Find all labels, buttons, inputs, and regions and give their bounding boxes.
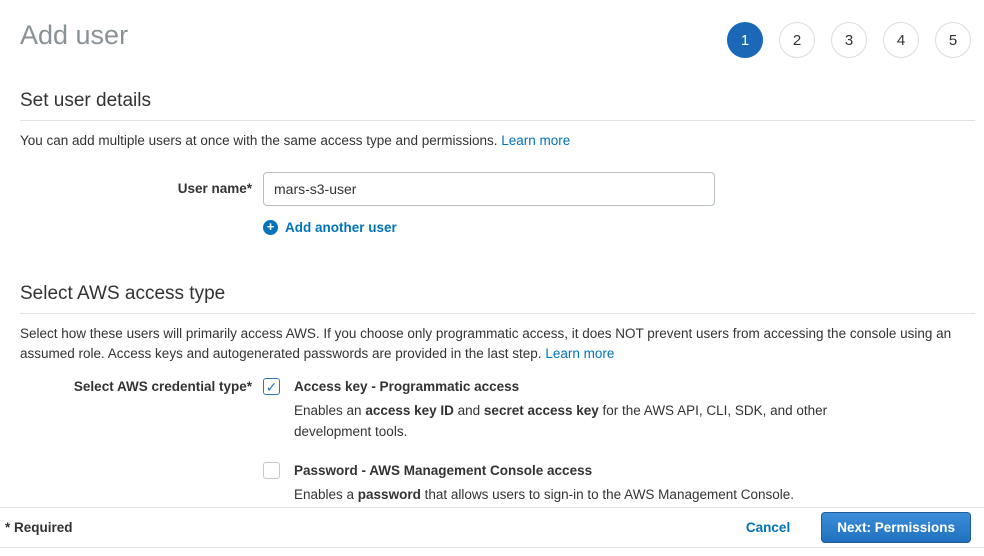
section-access-type: Select AWS access type Select how these … xyxy=(20,283,975,505)
programmatic-access-body: Access key - Programmatic access Enables… xyxy=(294,378,854,442)
user-details-learn-more-link[interactable]: Learn more xyxy=(501,133,570,148)
desc-text: Enables a xyxy=(294,487,358,502)
add-another-user-label: Add another user xyxy=(285,220,397,235)
step-circle-4: 4 xyxy=(883,22,919,58)
step-circle-1: 1 xyxy=(727,22,763,58)
programmatic-access-checkbox[interactable]: ✓ xyxy=(263,378,280,395)
option-programmatic-access: ✓ Access key - Programmatic access Enabl… xyxy=(263,378,854,442)
username-row: User name* xyxy=(20,172,975,206)
username-label: User name* xyxy=(20,172,263,206)
credential-type-row: Select AWS credential type* ✓ Access key… xyxy=(20,378,975,505)
username-input[interactable] xyxy=(263,172,715,206)
user-details-intro: You can add multiple users at once with … xyxy=(20,131,975,151)
credential-options: ✓ Access key - Programmatic access Enabl… xyxy=(263,378,854,505)
credential-type-label: Select AWS credential type* xyxy=(20,378,263,396)
option-console-access: Password - AWS Management Console access… xyxy=(263,462,854,505)
add-user-wizard-page: Add user 1 2 3 4 5 Set user details You … xyxy=(0,0,984,556)
user-details-heading: Set user details xyxy=(20,90,975,121)
desc-text: and xyxy=(454,403,484,418)
desc-text-bold: access key ID xyxy=(365,403,454,418)
desc-text-bold: secret access key xyxy=(484,403,599,418)
footer-actions: Cancel Next: Permissions xyxy=(746,512,971,543)
console-access-checkbox[interactable] xyxy=(263,462,280,479)
desc-text: Enables an xyxy=(294,403,365,418)
console-access-description: Enables a password that allows users to … xyxy=(294,484,794,505)
programmatic-access-title: Access key - Programmatic access xyxy=(294,378,854,395)
wizard-content: Set user details You can add multiple us… xyxy=(0,90,984,505)
programmatic-access-description: Enables an access key ID and secret acce… xyxy=(294,400,854,442)
required-note: * Required xyxy=(5,520,73,535)
step-indicator: 1 2 3 4 5 xyxy=(727,22,971,58)
section-user-details: Set user details You can add multiple us… xyxy=(20,90,975,235)
access-type-heading: Select AWS access type xyxy=(20,283,975,314)
desc-text-bold: password xyxy=(358,487,421,502)
add-another-user-button[interactable]: + Add another user xyxy=(263,220,397,235)
access-type-intro-text: Select how these users will primarily ac… xyxy=(20,326,951,361)
user-details-intro-text: You can add multiple users at once with … xyxy=(20,133,501,148)
console-access-body: Password - AWS Management Console access… xyxy=(294,462,794,505)
plus-icon: + xyxy=(263,220,278,235)
access-type-intro: Select how these users will primarily ac… xyxy=(20,324,975,364)
step-circle-2: 2 xyxy=(779,22,815,58)
console-access-title: Password - AWS Management Console access xyxy=(294,462,794,479)
check-icon: ✓ xyxy=(266,380,278,394)
wizard-header: Add user 1 2 3 4 5 xyxy=(0,0,984,58)
step-circle-3: 3 xyxy=(831,22,867,58)
access-type-learn-more-link[interactable]: Learn more xyxy=(545,346,614,361)
page-title: Add user xyxy=(20,16,128,54)
cancel-button[interactable]: Cancel xyxy=(746,520,790,535)
next-permissions-button[interactable]: Next: Permissions xyxy=(821,512,971,543)
wizard-footer: * Required Cancel Next: Permissions xyxy=(0,507,984,548)
step-circle-5: 5 xyxy=(935,22,971,58)
desc-text: that allows users to sign-in to the AWS … xyxy=(421,487,794,502)
